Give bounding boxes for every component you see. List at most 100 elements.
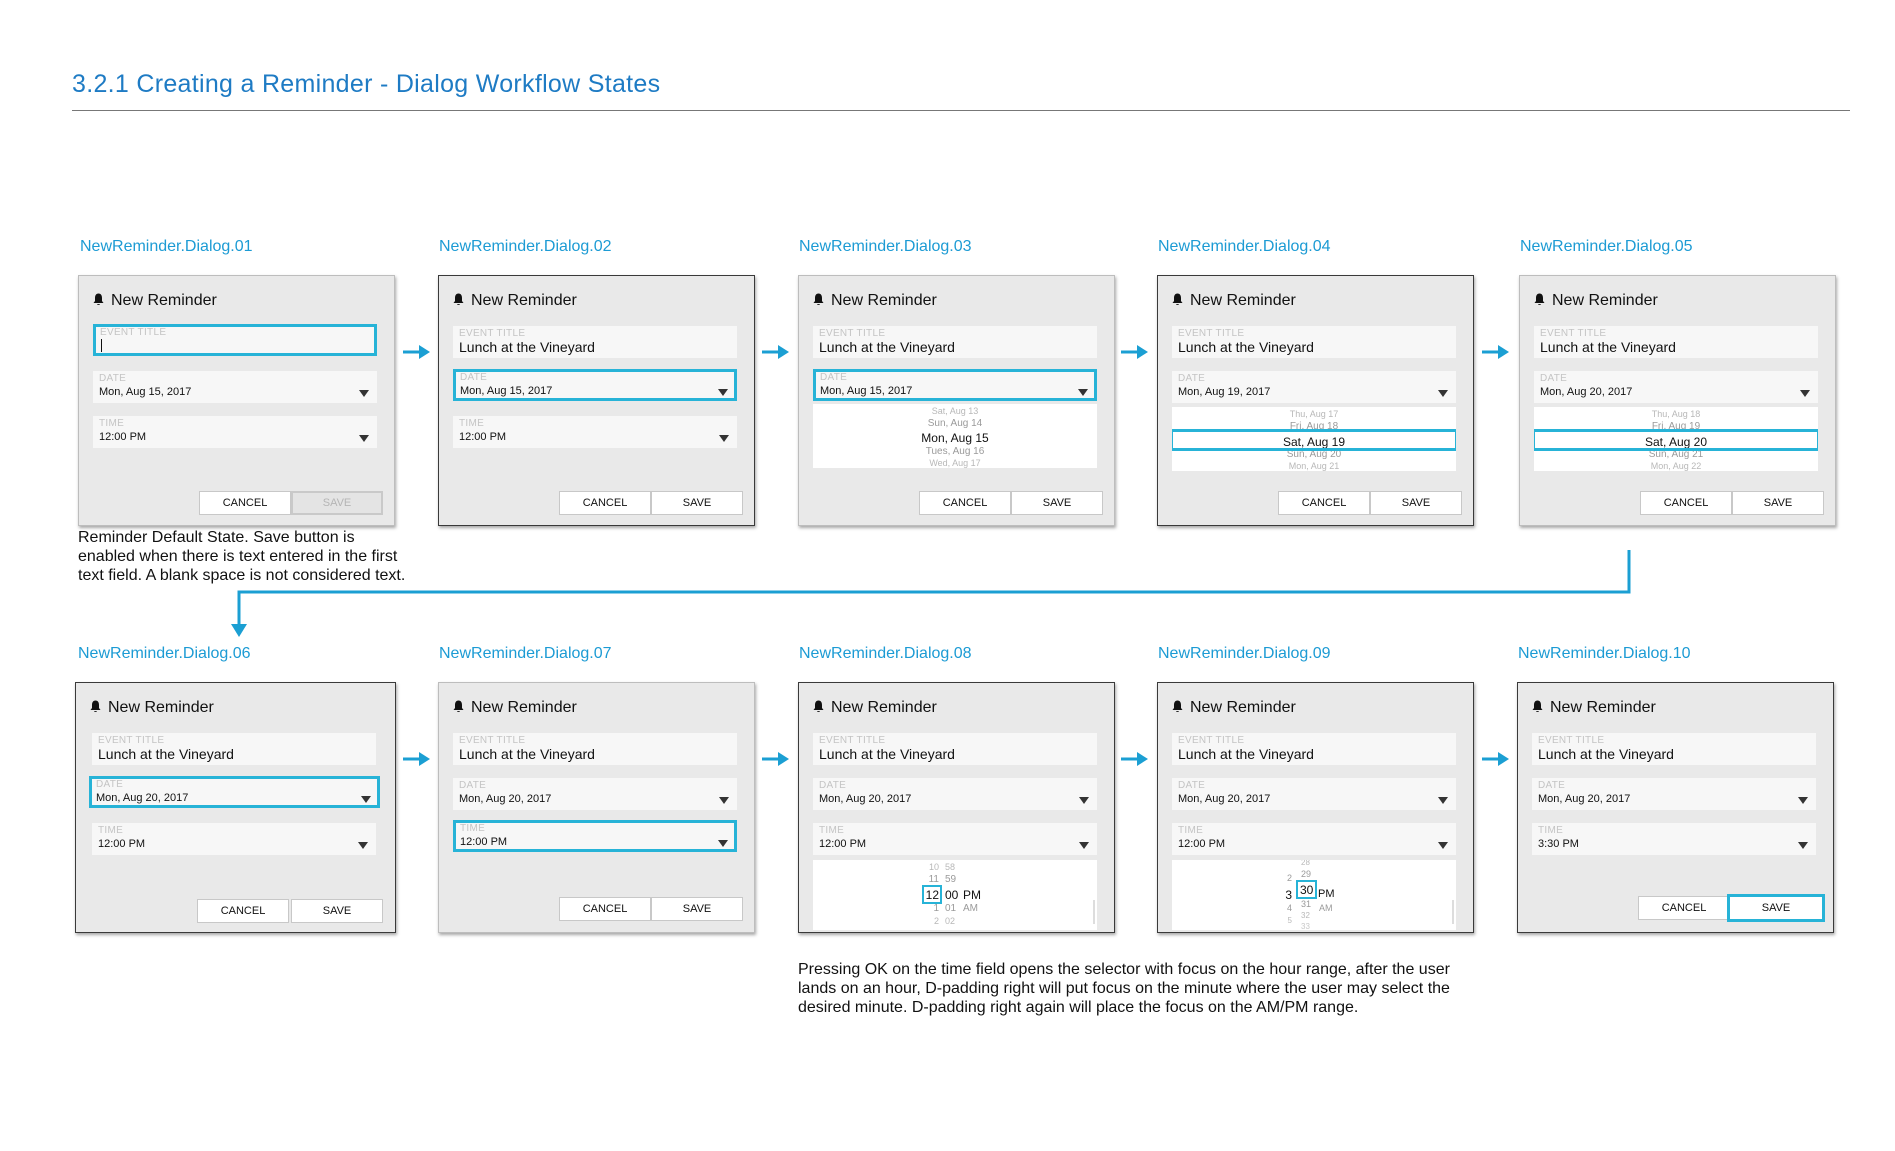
date-option-selected[interactable]: Mon, Aug 15 (813, 431, 1097, 445)
note-line: Pressing OK on the time field opens the … (798, 961, 1450, 978)
time-picker[interactable]: 2 3 4 5 28 29 30 31 32 33 PM AM (1172, 860, 1456, 930)
minute-option[interactable]: 58 (945, 862, 955, 872)
date-label: DATE (96, 779, 124, 790)
hour-option-selected[interactable]: 3 (1280, 888, 1292, 902)
time-field[interactable]: TIME 12:00 PM (92, 823, 376, 855)
hour-option[interactable]: 2 (1280, 873, 1292, 883)
event-title-field[interactable]: EVENT TITLE Lunch at the Vineyard (1534, 326, 1818, 358)
event-title-field[interactable]: EVENT TITLE Lunch at the Vineyard (92, 733, 376, 765)
minute-option[interactable]: 31 (1301, 899, 1311, 909)
hour-option[interactable]: 5 (1280, 916, 1292, 925)
save-button[interactable]: SAVE (651, 897, 743, 921)
minute-option-selected[interactable]: 00 (945, 888, 958, 902)
event-title-field[interactable]: EVENT TITLE Lunch at the Vineyard (453, 733, 737, 765)
row-connector-arrow-icon (231, 550, 1631, 637)
dialog-10: New Reminder EVENT TITLE Lunch at the Vi… (1517, 682, 1834, 933)
minute-option[interactable]: 33 (1301, 922, 1310, 930)
cancel-button[interactable]: CANCEL (197, 899, 289, 923)
date-picker[interactable]: Thu, Aug 17 Fri, Aug 18 Sat, Aug 19 Sun,… (1172, 407, 1456, 471)
bell-icon (90, 700, 101, 712)
time-label: TIME (819, 825, 845, 836)
date-field[interactable]: DATE Mon, Aug 15, 2017 (813, 369, 1097, 401)
save-button[interactable]: SAVE (1727, 894, 1825, 922)
save-button[interactable]: SAVE (291, 491, 383, 515)
minute-option[interactable]: 28 (1301, 860, 1310, 867)
date-field[interactable]: DATE Mon, Aug 20, 2017 (453, 778, 737, 810)
cancel-button[interactable]: CANCEL (919, 491, 1011, 515)
event-title-field[interactable]: EVENT TITLE Lunch at the Vineyard (1172, 326, 1456, 358)
ampm-option-selected[interactable]: PM (1318, 888, 1335, 900)
bell-icon (1534, 293, 1545, 305)
hour-option[interactable]: 11 (925, 874, 939, 885)
minute-option[interactable]: 59 (945, 874, 956, 885)
date-option[interactable]: Thu, Aug 17 (1172, 409, 1456, 419)
date-option[interactable]: Tues, Aug 16 (813, 446, 1097, 457)
date-field[interactable]: DATE Mon, Aug 15, 2017 (93, 371, 377, 403)
time-field[interactable]: TIME 12:00 PM (813, 823, 1097, 855)
date-field[interactable]: DATE Mon, Aug 15, 2017 (453, 369, 737, 401)
date-label: DATE (1178, 780, 1206, 791)
minute-option[interactable]: 32 (1301, 911, 1310, 920)
date-field[interactable]: DATE Mon, Aug 20, 2017 (89, 776, 380, 808)
time-field[interactable]: TIME 12:00 PM (453, 416, 737, 448)
event-title-field[interactable]: EVENT TITLE Lunch at the Vineyard (1532, 733, 1816, 765)
event-title-field[interactable]: EVENT TITLE (93, 324, 377, 356)
cancel-button[interactable]: CANCEL (1638, 896, 1730, 920)
cancel-button[interactable]: CANCEL (199, 491, 291, 515)
event-title-field[interactable]: EVENT TITLE Lunch at the Vineyard (813, 733, 1097, 765)
event-title-field[interactable]: EVENT TITLE Lunch at the Vineyard (1172, 733, 1456, 765)
hour-option[interactable]: 2 (925, 916, 939, 926)
time-value: 12:00 PM (1178, 838, 1226, 850)
minute-option[interactable]: 02 (945, 916, 955, 926)
date-option[interactable]: Thu, Aug 18 (1534, 409, 1818, 419)
note-line: text field. A blank space is not conside… (78, 567, 406, 584)
scrollbar[interactable] (1093, 900, 1095, 924)
date-option[interactable]: Wed, Aug 17 (813, 458, 1097, 468)
save-button[interactable]: SAVE (1370, 491, 1462, 515)
date-option[interactable]: Mon, Aug 21 (1172, 461, 1456, 471)
ampm-option[interactable]: AM (963, 903, 978, 914)
event-title-field[interactable]: EVENT TITLE Lunch at the Vineyard (453, 326, 737, 358)
event-title-label: EVENT TITLE (100, 327, 167, 338)
scrollbar[interactable] (1452, 900, 1454, 924)
date-picker[interactable]: Thu, Aug 18 Fri, Aug 19 Sat, Aug 20 Sun,… (1534, 407, 1818, 471)
save-button[interactable]: SAVE (651, 491, 743, 515)
hour-option[interactable]: 4 (1280, 903, 1292, 913)
minute-option[interactable]: 29 (1301, 869, 1311, 879)
save-button[interactable]: SAVE (291, 899, 383, 923)
ampm-option[interactable]: AM (1319, 903, 1333, 913)
date-option[interactable]: Sun, Aug 14 (813, 418, 1097, 429)
event-title-label: EVENT TITLE (1178, 328, 1245, 339)
date-field[interactable]: DATE Mon, Aug 20, 2017 (1532, 778, 1816, 810)
cancel-button[interactable]: CANCEL (559, 491, 651, 515)
date-field[interactable]: DATE Mon, Aug 20, 2017 (1534, 371, 1818, 403)
time-field[interactable]: TIME 3:30 PM (1532, 823, 1816, 855)
date-option[interactable]: Sat, Aug 13 (813, 406, 1097, 416)
minute-option[interactable]: 01 (945, 903, 956, 914)
date-field[interactable]: DATE Mon, Aug 20, 2017 (813, 778, 1097, 810)
date-picker[interactable]: Sat, Aug 13 Sun, Aug 14 Mon, Aug 15 Tues… (813, 404, 1097, 468)
date-field[interactable]: DATE Mon, Aug 19, 2017 (1172, 371, 1456, 403)
cancel-button[interactable]: CANCEL (1640, 491, 1732, 515)
save-button[interactable]: SAVE (1011, 491, 1103, 515)
dialog-title: New Reminder (111, 292, 217, 309)
time-picker[interactable]: 10 11 12 1 2 58 59 00 01 02 PM AM (813, 860, 1097, 930)
save-button[interactable]: SAVE (1732, 491, 1824, 515)
time-field[interactable]: TIME 12:00 PM (453, 820, 737, 852)
time-value: 12:00 PM (459, 431, 507, 443)
hour-option[interactable]: 1 (925, 903, 939, 914)
date-option[interactable]: Mon, Aug 22 (1534, 461, 1818, 471)
dialog-01: New Reminder EVENT TITLE DATE Mon, Aug 1… (78, 275, 395, 526)
hour-option[interactable]: 10 (925, 862, 939, 872)
cancel-button[interactable]: CANCEL (559, 897, 651, 921)
dropdown-arrow-icon (718, 389, 728, 396)
time-field[interactable]: TIME 12:00 PM (1172, 823, 1456, 855)
ampm-option-selected[interactable]: PM (963, 888, 981, 902)
cancel-button[interactable]: CANCEL (1278, 491, 1370, 515)
time-field[interactable]: TIME 12:00 PM (93, 416, 377, 448)
dialog-header: New Reminder (90, 699, 214, 717)
minute-focus-highlight (1296, 880, 1317, 899)
event-title-field[interactable]: EVENT TITLE Lunch at the Vineyard (813, 326, 1097, 358)
date-field[interactable]: DATE Mon, Aug 20, 2017 (1172, 778, 1456, 810)
state-label-05: NewReminder.Dialog.05 (1520, 238, 1693, 255)
